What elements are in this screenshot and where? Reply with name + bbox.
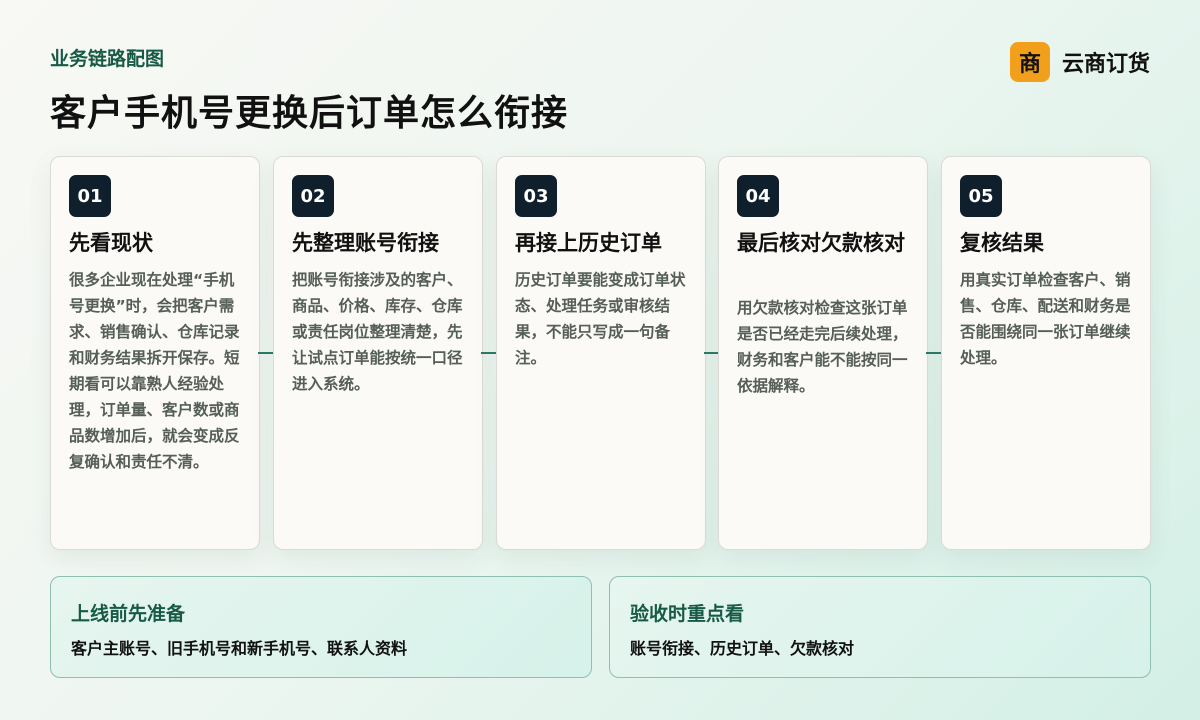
- acceptance-text: 账号衔接、历史订单、欠款核对: [630, 639, 855, 658]
- step-connector: [258, 352, 274, 354]
- step-title: 再接上历史订单: [515, 231, 662, 255]
- step-description: 把账号衔接涉及的客户、商品、价格、库存、仓库或责任岗位整理清楚，先让试点订单能按…: [292, 271, 463, 393]
- step-card-5: 05 复核结果 用真实订单检查客户、销售、仓库、配送和财务是否能围绕同一张订单继…: [941, 156, 1151, 550]
- step-title: 先看现状: [69, 231, 153, 255]
- step-card-2: 02 先整理账号衔接 把账号衔接涉及的客户、商品、价格、库存、仓库或责任岗位整理…: [273, 156, 483, 550]
- step-number-badge: 02: [292, 175, 334, 217]
- acceptance-title: 验收时重点看: [630, 603, 745, 625]
- step-card-1: 01 先看现状 很多企业现在处理“手机号更换”时，会把客户需求、销售确认、仓库记…: [50, 156, 260, 550]
- page-eyebrow: 业务链路配图: [50, 48, 165, 70]
- step-number-badge: 05: [960, 175, 1002, 217]
- step-title: 复核结果: [960, 231, 1044, 255]
- step-description: 历史订单要能变成订单状态、处理任务或审核结果，不能只写成一句备注。: [515, 271, 686, 367]
- step-description: 用真实订单检查客户、销售、仓库、配送和财务是否能围绕同一张订单继续处理。: [960, 271, 1131, 367]
- step-card-3: 03 再接上历史订单 历史订单要能变成订单状态、处理任务或审核结果，不能只写成一…: [496, 156, 706, 550]
- prepare-title: 上线前先准备: [71, 603, 186, 625]
- step-connector: [481, 352, 497, 354]
- page-title: 客户手机号更换后订单怎么衔接: [50, 93, 569, 134]
- brand-logo: 商: [1009, 42, 1050, 82]
- brand-name: 云商订货: [1061, 52, 1150, 77]
- step-connector: [926, 352, 942, 354]
- prepare-text: 客户主账号、旧手机号和新手机号、联系人资料: [71, 639, 408, 658]
- step-flow: 01 先看现状 很多企业现在处理“手机号更换”时，会把客户需求、销售确认、仓库记…: [50, 156, 1151, 550]
- brand: 商 云商订货: [1009, 42, 1150, 82]
- step-number-badge: 01: [69, 175, 111, 217]
- step-description: 很多企业现在处理“手机号更换”时，会把客户需求、销售确认、仓库记录和财务结果拆开…: [69, 271, 240, 471]
- step-number-badge: 04: [737, 175, 779, 217]
- prepare-panel: 上线前先准备 客户主账号、旧手机号和新手机号、联系人资料: [50, 576, 592, 678]
- step-number-badge: 03: [515, 175, 557, 217]
- step-title: 先整理账号衔接: [292, 231, 439, 255]
- step-description: 用欠款核对检查这张订单是否已经走完后续处理，财务和客户能不能按同一依据解释。: [737, 299, 908, 395]
- step-title: 最后核对欠款核对: [737, 231, 905, 255]
- acceptance-panel: 验收时重点看 账号衔接、历史订单、欠款核对: [609, 576, 1151, 678]
- step-card-4: 04 最后核对欠款核对 用欠款核对检查这张订单是否已经走完后续处理，财务和客户能…: [718, 156, 928, 550]
